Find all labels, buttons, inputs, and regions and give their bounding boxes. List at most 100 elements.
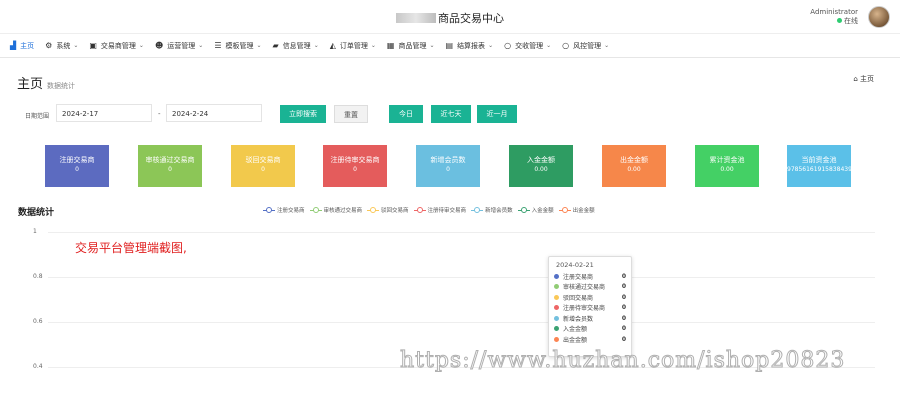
stat-card-label: 驳回交易商 xyxy=(245,156,281,164)
stat-card[interactable]: 当前资金池 97856161915838439 xyxy=(787,145,851,187)
chevron-down-icon: ⌄ xyxy=(546,42,552,49)
nav-item-2[interactable]: ▣ 交易商管理 ⌄ xyxy=(89,41,144,51)
book-icon: ▰ xyxy=(272,41,279,50)
stat-card[interactable]: 新增会员数 0 xyxy=(416,145,480,187)
legend-item[interactable]: 出金金额 xyxy=(558,206,595,214)
page-subtitle: 数据统计 xyxy=(47,82,76,90)
nav-item-1[interactable]: ⚙ 系统 ⌄ xyxy=(45,41,78,51)
admin-info[interactable]: Administrator 在线 xyxy=(810,8,858,26)
stat-card[interactable]: 驳回交易商 0 xyxy=(231,145,295,187)
admin-status: 在线 xyxy=(810,17,858,26)
nav-item-5[interactable]: ▰ 信息管理 ⌄ xyxy=(273,41,319,51)
nav-item-4[interactable]: ☰ 模板管理 ⌄ xyxy=(214,41,261,51)
nav-item-label: 系统 xyxy=(56,41,71,50)
last-7-days-button[interactable]: 近七天 xyxy=(431,105,471,123)
tooltip-row: 注册待审交易商 0 xyxy=(554,303,626,314)
nav-item-label: 信息管理 xyxy=(282,41,311,50)
tooltip-row: 出金金额 0 xyxy=(554,334,626,345)
legend-marker-icon xyxy=(517,207,530,213)
nav-item-9[interactable]: ○ 交收管理 ⌄ xyxy=(504,41,551,51)
home-icon: ⌂ xyxy=(853,75,858,83)
legend-item[interactable]: 审核通过交易商 xyxy=(309,206,363,214)
date-separator: - xyxy=(158,110,161,118)
tooltip-series-name: 新增会员数 xyxy=(563,315,594,323)
tooltip-series-name: 驳回交易商 xyxy=(563,294,594,302)
end-date-input[interactable]: 2024-2-24 xyxy=(166,104,262,122)
breadcrumb-text: 主页 xyxy=(860,75,874,83)
caption-note: 交易平台管理端截图, xyxy=(75,241,187,255)
today-button[interactable]: 今日 xyxy=(389,105,423,123)
series-dot-icon xyxy=(554,336,559,342)
nav-item-label: 交易商管理 xyxy=(100,41,136,50)
series-dot-icon xyxy=(554,305,559,311)
tooltip-series-name: 注册交易商 xyxy=(563,273,594,281)
legend-marker-icon xyxy=(558,207,571,213)
nav-item-8[interactable]: ▤ 结算报表 ⌄ xyxy=(446,41,494,51)
circle-icon: ○ xyxy=(562,41,570,50)
stat-card[interactable]: 出金金额 0.00 xyxy=(602,145,666,187)
nav-item-3[interactable]: ☻ 运营管理 ⌄ xyxy=(155,41,203,51)
tooltip-row: 审核通过交易商 0 xyxy=(554,282,626,293)
tooltip-row: 注册交易商 0 xyxy=(554,271,626,282)
tooltip-row: 驳回交易商 0 xyxy=(554,292,626,303)
nav-item-label: 交收管理 xyxy=(515,41,544,50)
stat-card[interactable]: 入金金额 0.00 xyxy=(509,145,573,187)
reset-button[interactable]: 重置 xyxy=(334,105,368,123)
circle-icon: ○ xyxy=(504,41,512,50)
legend-item[interactable]: 入金金额 xyxy=(517,206,554,214)
stat-card-value: 97856161915838439 xyxy=(787,166,851,173)
avatar[interactable] xyxy=(868,6,890,28)
last-month-button[interactable]: 近一月 xyxy=(477,105,517,123)
y-tick-label: 1 xyxy=(33,228,37,235)
legend-item[interactable]: 新增会员数 xyxy=(471,206,513,214)
nav-item-7[interactable]: ▦ 商品管理 ⌄ xyxy=(387,41,435,51)
nav-item-0[interactable]: ▟ 主页 xyxy=(10,41,34,51)
legend-marker-icon xyxy=(413,207,426,213)
stat-card[interactable]: 注册交易商 0 xyxy=(45,145,109,187)
stat-card-label: 新增会员数 xyxy=(430,156,466,164)
breadcrumb[interactable]: ⌂ 主页 xyxy=(853,74,874,84)
list-icon: ☰ xyxy=(214,41,222,50)
legend-item[interactable]: 注册待审交易商 xyxy=(413,206,466,214)
legend-item[interactable]: 注册交易商 xyxy=(263,206,305,214)
grid-line xyxy=(48,277,875,278)
stat-card[interactable]: 累计资金池 0.00 xyxy=(695,145,759,187)
stat-card-value: 0.00 xyxy=(534,166,548,173)
stat-card-value: 0 xyxy=(261,166,265,173)
search-button[interactable]: 立即搜索 xyxy=(280,105,326,123)
tooltip-series-value: 0 xyxy=(621,272,626,280)
nav-item-label: 主页 xyxy=(20,41,35,50)
chevron-down-icon: ⌄ xyxy=(256,42,262,49)
main-nav: ▟ 主页 ⚙ 系统 ⌄ ▣ 交易商管理 ⌄ ☻ 运营管理 ⌄ ☰ 模板管理 ⌄ ▰ 信息管理 ⌄ ◭ 订单管理 ⌄ ▦ 商… xyxy=(0,34,900,58)
legend-marker-icon xyxy=(367,207,380,213)
gear-icon: ⚙ xyxy=(45,41,53,50)
bar-chart-icon: ▟ xyxy=(10,41,17,50)
admin-status-text: 在线 xyxy=(844,17,858,25)
chart-legend: 注册交易商 审核通过交易商 驳回交易商 注册待审交易商 新增会员数 入金金额 出金金额 xyxy=(263,206,600,214)
legend-marker-icon xyxy=(309,207,322,213)
online-dot-icon xyxy=(837,18,842,23)
page-title: 主页 数据统计 xyxy=(17,73,75,92)
stat-cards: 注册交易商 0 审核通过交易商 0 驳回交易商 0 注册待审交易商 0 新增会员数 0 入金金额 0.… xyxy=(0,145,900,187)
legend-label: 审核通过交易商 xyxy=(323,208,363,214)
nav-item-6[interactable]: ◭ 订单管理 ⌄ xyxy=(330,41,376,51)
admin-name: Administrator xyxy=(810,8,858,16)
series-dot-icon xyxy=(554,294,559,300)
stat-card[interactable]: 注册待审交易商 0 xyxy=(323,145,387,187)
page-title-text: 主页 xyxy=(17,77,44,92)
tooltip-date: 2024-02-21 xyxy=(556,261,594,269)
chevron-down-icon: ⌄ xyxy=(429,42,435,49)
legend-label: 新增会员数 xyxy=(485,208,513,214)
legend-item[interactable]: 驳回交易商 xyxy=(367,206,409,214)
stat-card[interactable]: 审核通过交易商 0 xyxy=(138,145,202,187)
nav-item-10[interactable]: ○ 风控管理 ⌄ xyxy=(562,41,609,51)
stat-card-value: 0 xyxy=(353,166,357,173)
legend-label: 入金金额 xyxy=(531,208,554,214)
start-date-input[interactable]: 2024-2-17 xyxy=(56,104,152,122)
stat-card-label: 出金金额 xyxy=(620,156,648,164)
legend-label: 驳回交易商 xyxy=(381,208,409,214)
chevron-down-icon: ⌄ xyxy=(488,42,494,49)
nav-item-label: 结算报表 xyxy=(457,41,486,50)
tooltip-series-value: 0 xyxy=(621,293,626,301)
y-tick-label: 0.6 xyxy=(33,318,43,325)
